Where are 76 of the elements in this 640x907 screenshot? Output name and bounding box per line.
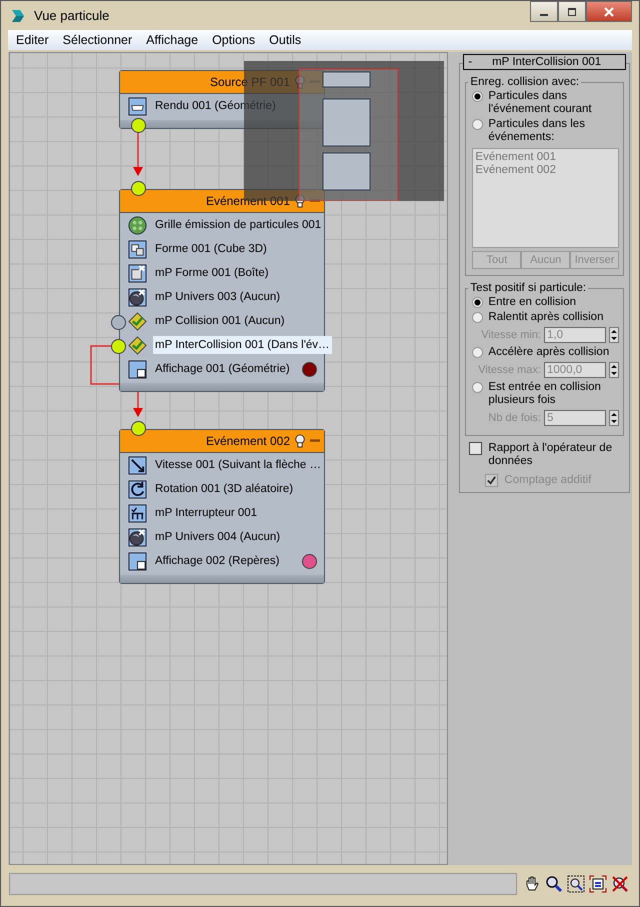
radio-button[interactable] [472, 91, 484, 102]
frame-icon[interactable] [589, 875, 607, 893]
checkbox[interactable] [469, 442, 482, 455]
radio-label: Particules dans les événements: [488, 118, 586, 144]
display-color-dot[interactable] [302, 554, 317, 568]
minimize-icon[interactable] [310, 439, 320, 443]
grid-icon[interactable] [128, 216, 147, 234]
operator-label[interactable]: mP Univers 004 (Aucun) [153, 528, 282, 546]
operator-label[interactable]: mP InterCollision 001 (Dans l'év… [153, 336, 332, 354]
branch-icon[interactable] [128, 504, 147, 522]
app-logo-icon [10, 8, 26, 24]
wire [133, 132, 143, 176]
input-socket[interactable] [131, 181, 146, 196]
operator-label[interactable]: mP Collision 001 (Aucun) [153, 312, 287, 330]
menu-item[interactable]: Editer [16, 33, 49, 47]
operator-label[interactable]: mP Univers 003 (Aucun) [153, 288, 282, 306]
display-icon[interactable] [128, 552, 147, 570]
operator-label[interactable]: Affichage 002 (Repères) [153, 552, 282, 570]
rotation-icon[interactable] [128, 480, 147, 498]
node-card[interactable]: Evénement 002 Vitesse 001 (Suivant la flèche … Rotation 001 (3D aléatoire) mP Interrupteur 001 mP Univers 004 (Aucun) Affichage 002 (Repères) [119, 429, 325, 584]
display-color-dot[interactable] [302, 362, 317, 376]
group-title: Test positif si particule: [469, 282, 588, 294]
menu-item[interactable]: Outils [269, 33, 302, 47]
cubes-icon[interactable] [128, 240, 147, 258]
spinner-icon[interactable] [609, 362, 619, 378]
menu-item[interactable]: Affichage [146, 33, 198, 47]
operator-label[interactable]: Grille émission de particules 001 [153, 216, 324, 234]
display-icon[interactable] [128, 360, 147, 378]
menu-item[interactable]: Options [212, 33, 256, 47]
operator-label[interactable]: mP Interrupteur 001 [153, 504, 260, 522]
spinner-icon[interactable] [609, 410, 619, 426]
radio-label: Entre en collision [488, 296, 576, 309]
minimize-button[interactable] [530, 1, 558, 22]
checkbox-label: Rapport à l'opérateur de données [488, 442, 614, 468]
node-title: Evénement 002 [206, 434, 290, 448]
arrow-icon[interactable] [128, 456, 147, 474]
diamond-icon[interactable] [128, 336, 147, 354]
resize-grip[interactable] [120, 575, 324, 583]
group-title: Enreg. collision avec: [469, 76, 580, 88]
spinner-icon[interactable] [609, 327, 619, 343]
operator-label[interactable]: Affichage 001 (Géométrie) [153, 360, 292, 378]
no-zoom-icon[interactable] [611, 875, 629, 893]
zoom-icon[interactable] [545, 875, 563, 893]
menu-item[interactable]: Sélectionner [62, 33, 132, 47]
resize-grip[interactable] [120, 383, 324, 391]
output-socket[interactable] [131, 118, 146, 133]
output-socket[interactable] [111, 339, 126, 354]
rollout-header[interactable]: - mP InterCollision 001 [463, 54, 626, 70]
node-header[interactable]: Evénement 002 [120, 430, 324, 453]
radio-label: Particules dans l'événement courant [488, 90, 593, 116]
input-socket[interactable] [131, 421, 146, 436]
radio-button[interactable] [472, 119, 484, 130]
globe-icon[interactable] [128, 288, 147, 306]
window-title: Vue particule [34, 8, 110, 23]
operator-label[interactable]: mP Forme 001 (Boîte) [153, 264, 271, 282]
cube-icon[interactable] [128, 264, 147, 282]
radio-label: Accélère après collision [488, 346, 610, 359]
radio-button[interactable] [472, 347, 484, 358]
operator-label[interactable]: Forme 001 (Cube 3D) [153, 240, 269, 258]
input-socket[interactable] [111, 315, 126, 330]
radio-button[interactable] [472, 297, 484, 308]
close-icon [603, 6, 615, 16]
radio-label: Est entrée en collision plusieurs fois [488, 381, 602, 407]
maximize-button[interactable] [558, 1, 586, 22]
radio-button[interactable] [472, 312, 484, 323]
minimize-icon [540, 14, 548, 16]
operator-label[interactable]: Vitesse 001 (Suivant la flèche … [153, 456, 323, 474]
maximize-icon [566, 6, 578, 16]
globe-icon[interactable] [128, 528, 147, 546]
operator-label[interactable]: Rotation 001 (3D aléatoire) [153, 480, 296, 498]
radio-button[interactable] [472, 382, 484, 393]
lightbulb-icon[interactable] [294, 434, 306, 448]
diamond-icon[interactable] [128, 312, 147, 330]
radio-label: Ralentit après collision [488, 311, 604, 324]
zoom-region-icon[interactable] [567, 875, 585, 893]
close-button[interactable] [586, 1, 632, 22]
